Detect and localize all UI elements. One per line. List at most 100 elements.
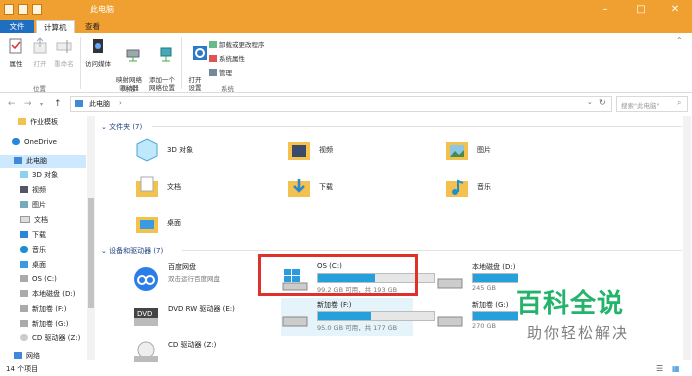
window-title: 此电脑 <box>90 5 114 14</box>
watermark-subtitle: 助你轻松解决 <box>527 324 630 342</box>
sidebar-item[interactable]: 音乐 <box>20 244 46 257</box>
access-media-button[interactable]: 访问媒体 <box>84 37 112 68</box>
folders-section-header[interactable]: ⌄ 文件夹 (7) <box>101 122 142 132</box>
address-path: 此电脑 <box>89 100 110 108</box>
sidebar-item[interactable]: 此电脑 <box>0 155 86 168</box>
ribbon-collapse-icon[interactable]: ⌃ <box>676 36 683 45</box>
rename-button[interactable]: 重命名 <box>52 37 76 68</box>
search-input[interactable]: 搜索"此电脑" ⌕ <box>616 96 688 112</box>
sidebar-item[interactable]: 图片 <box>20 199 46 212</box>
drive-icon <box>282 316 308 327</box>
folders-header-label: 文件夹 (7) <box>109 123 143 131</box>
details-view-icon[interactable]: ☰ <box>656 362 663 376</box>
recent-chevron-icon[interactable]: ▾ <box>40 101 43 108</box>
content-scrollbar[interactable] <box>683 116 691 360</box>
folder-item[interactable]: 文档 <box>134 173 284 203</box>
baidu-netdisk-icon <box>134 267 158 291</box>
sidebar-item[interactable]: 新加卷 (F:) <box>20 303 67 316</box>
sidebar-item-label: 文档 <box>34 216 48 224</box>
open-label: 打开 <box>33 60 47 68</box>
sidebar-item[interactable]: OS (C:) <box>20 273 57 286</box>
ribbon-divider <box>80 37 81 89</box>
close-button[interactable]: ✕ <box>660 2 690 17</box>
dvd-drive-item[interactable]: DVD DVD RW 驱动器 (E:) <box>132 298 282 336</box>
folder-label: 下载 <box>319 183 333 191</box>
item-count: 14 个项目 <box>6 365 39 373</box>
sidebar-item-label: 桌面 <box>32 261 46 269</box>
breadcrumb-chevron-icon[interactable]: › <box>119 99 122 107</box>
folder-label: 视频 <box>319 146 333 154</box>
folder-item[interactable]: 桌面 <box>134 209 284 239</box>
open-button[interactable]: 打开 <box>30 37 50 68</box>
explorer-icon[interactable] <box>4 4 14 15</box>
tab-computer[interactable]: 计算机 <box>36 20 75 34</box>
folder-label: 3D 对象 <box>167 146 194 154</box>
maximize-button[interactable]: □ <box>626 2 656 17</box>
sidebar-item[interactable]: OneDrive <box>12 136 57 149</box>
sidebar-item[interactable]: CD 驱动器 (Z:) <box>20 332 80 345</box>
sidebar-item[interactable]: 视频 <box>20 184 46 197</box>
sidebar-item[interactable]: 作业模板 <box>18 116 58 129</box>
back-button[interactable]: ← <box>8 99 16 109</box>
documents-icon <box>20 216 30 223</box>
uninstall-label: 卸载或更改程序 <box>219 41 265 49</box>
devices-header-label: 设备和驱动器 (7) <box>109 247 164 255</box>
sidebar-item-label: 图片 <box>32 201 46 209</box>
drive-f-item[interactable]: 新加卷 (F:) 95.0 GB 可用，共 177 GB <box>281 298 435 336</box>
folder-item[interactable]: 3D 对象 <box>134 136 284 166</box>
drive-g-item[interactable]: 新加卷 (G:) 270 GB <box>436 298 518 336</box>
tab-view[interactable]: 查看 <box>78 20 107 33</box>
desktop-icon <box>20 261 28 268</box>
folder-label: 文档 <box>167 183 181 191</box>
music-icon <box>20 246 28 253</box>
properties-button[interactable]: 属性 <box>6 37 26 68</box>
tab-file[interactable]: 文件 <box>0 20 34 33</box>
documents-icon <box>136 176 158 197</box>
drive-size: 95.0 GB 可用，共 177 GB <box>317 324 398 332</box>
tiles-view-icon[interactable]: ▦ <box>672 362 680 376</box>
address-field[interactable]: 此电脑 › ⌄ ↻ <box>70 96 612 112</box>
sidebar-item[interactable]: 3D 对象 <box>20 169 58 182</box>
drive-icon <box>20 320 28 327</box>
rename-label: 重命名 <box>54 60 74 68</box>
new-folder-icon[interactable] <box>32 4 42 15</box>
sidebar-item[interactable]: 新加卷 (G:) <box>20 318 68 331</box>
uninstall-button[interactable]: 卸载或更改程序 <box>209 39 265 49</box>
drive-usage-bar <box>317 311 435 321</box>
search-placeholder: 搜索"此电脑" <box>621 102 660 110</box>
folder-label: 桌面 <box>167 219 181 227</box>
network-location-icon <box>160 47 172 62</box>
computer-icon <box>75 100 83 107</box>
sidebar-item[interactable]: 下载 <box>20 229 46 242</box>
devices-section-header[interactable]: ⌄ 设备和驱动器 (7) <box>101 246 163 256</box>
properties-icon[interactable] <box>18 4 28 15</box>
sidebar-item-label: 作业模板 <box>30 118 58 126</box>
system-properties-button[interactable]: 系统属性 <box>209 53 245 63</box>
folder-item[interactable]: 图片 <box>444 136 594 166</box>
manage-button[interactable]: 管理 <box>209 67 232 77</box>
cd-icon <box>20 334 28 341</box>
sidebar-item-label: 网络 <box>26 352 40 360</box>
settings-gear-icon <box>193 46 208 60</box>
folder-item[interactable]: 视频 <box>286 136 436 166</box>
sidebar-item[interactable]: 桌面 <box>20 259 46 272</box>
dropdown-chevron-icon[interactable]: ⌄ <box>587 98 593 106</box>
sidebar-item-label: 视频 <box>32 186 46 194</box>
sidebar-scrollbar[interactable] <box>87 116 95 360</box>
drive-d-item[interactable]: 本地磁盘 (D:) 245 GB <box>436 260 518 298</box>
collapse-chevron-icon: ⌄ <box>101 247 110 255</box>
scrollbar-thumb[interactable] <box>88 198 94 308</box>
watermark-title: 百科全说 <box>516 289 625 319</box>
network-icon <box>14 352 22 359</box>
forward-button[interactable]: → <box>24 99 32 109</box>
refresh-icon[interactable]: ↻ <box>599 98 606 107</box>
up-button[interactable]: ↑ <box>54 99 62 109</box>
system-properties-icon <box>209 54 217 62</box>
sidebar-item[interactable]: 文档 <box>20 214 48 227</box>
device-name: DVD RW 驱动器 (E:) <box>168 305 235 313</box>
folder-item[interactable]: 下载 <box>286 173 436 203</box>
sidebar-item[interactable]: 本地磁盘 (D:) <box>20 288 75 301</box>
folder-item[interactable]: 音乐 <box>444 173 594 203</box>
title-bar: 此电脑 – □ ✕ <box>0 0 692 19</box>
minimize-button[interactable]: – <box>590 2 620 17</box>
